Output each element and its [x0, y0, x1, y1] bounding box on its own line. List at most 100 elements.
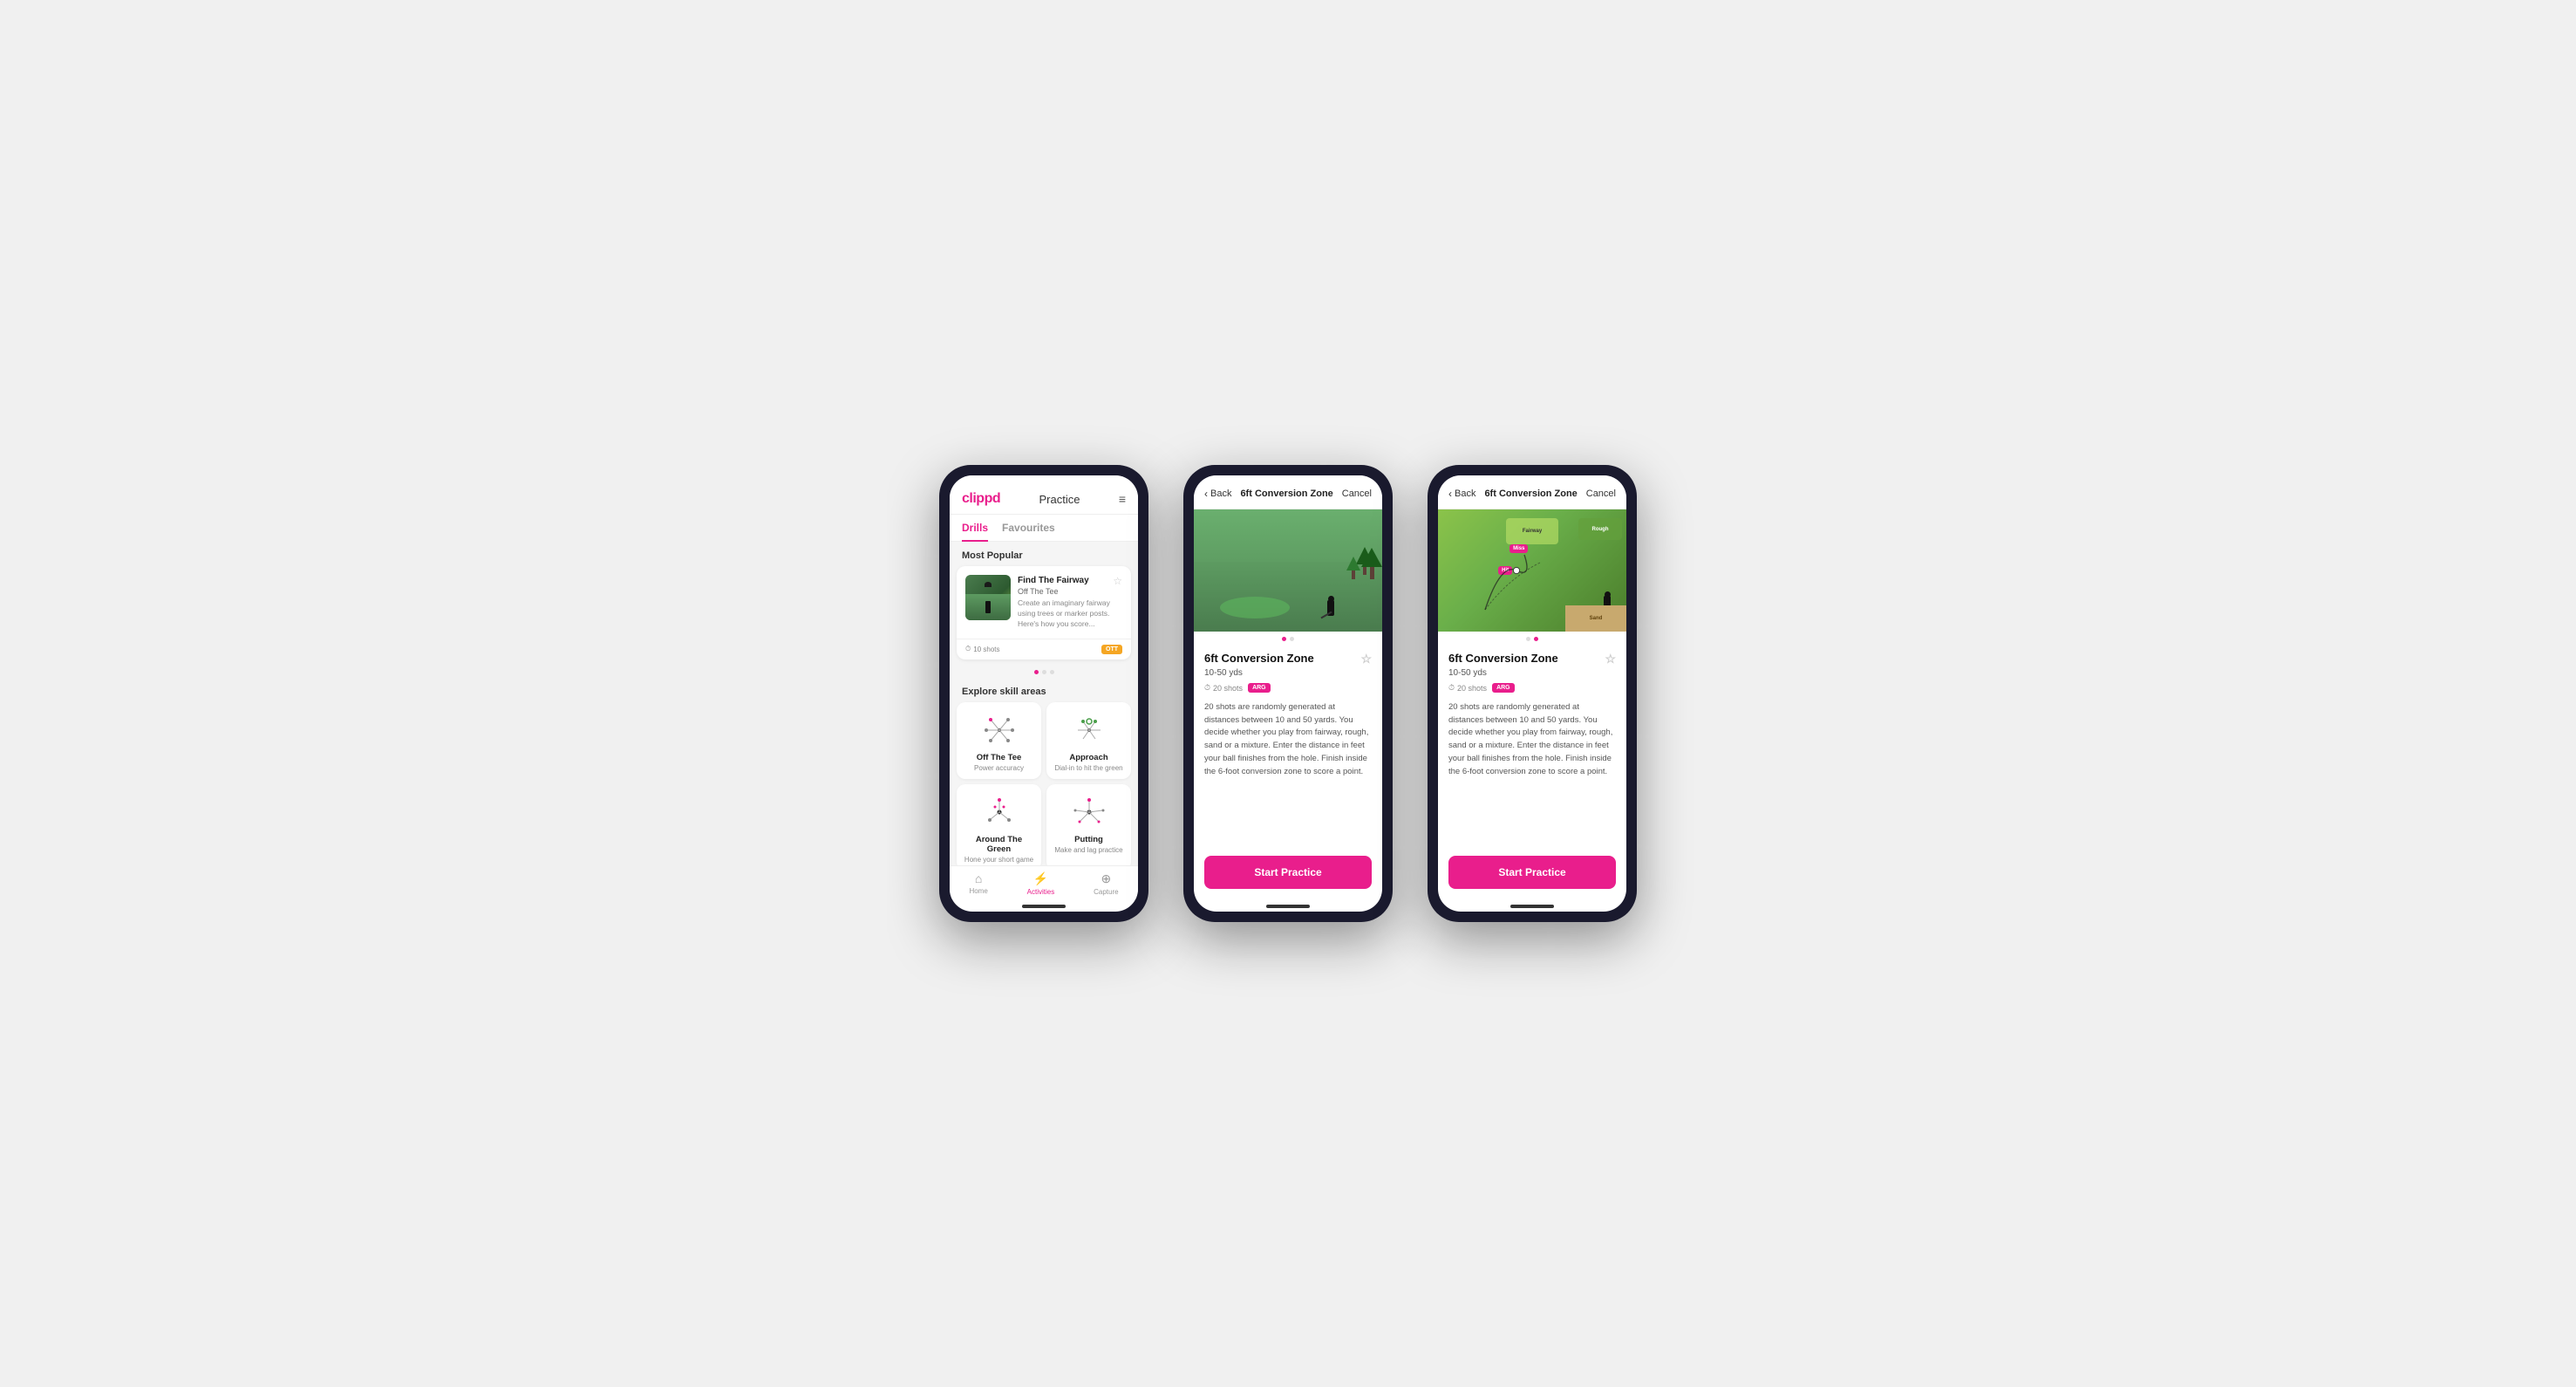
skill-desc-atg: Hone your short game — [964, 856, 1033, 864]
detail-screen-title: 6ft Conversion Zone — [1240, 489, 1332, 499]
most-popular-label: Most Popular — [950, 542, 1138, 566]
approach-icon — [1067, 711, 1111, 749]
skill-name-putting: Putting — [1074, 835, 1103, 844]
favourite-star-icon-3[interactable]: ☆ — [1605, 652, 1616, 666]
dot-3[interactable] — [1050, 670, 1054, 674]
nav-activities[interactable]: ⚡ Activities — [1027, 871, 1055, 896]
home-bar-3 — [1510, 905, 1554, 908]
card-drill-subtitle: Off The Tee — [1018, 587, 1089, 596]
tab-drills[interactable]: Drills — [962, 515, 988, 541]
skill-card-putting[interactable]: Putting Make and lag practice — [1046, 784, 1131, 865]
phone-1: clippd Practice ≡ Drills Favourites Most… — [939, 465, 1148, 922]
back-chevron-icon: ‹ — [1204, 488, 1208, 500]
detail-header-3: ‹ Back 6ft Conversion Zone Cancel — [1438, 475, 1626, 509]
home-bar — [1022, 905, 1066, 908]
phone-notch — [1018, 465, 1070, 470]
home-bar — [1266, 905, 1310, 908]
detail-header: ‹ Back 6ft Conversion Zone Cancel — [1194, 475, 1382, 509]
green-patch — [1220, 597, 1290, 618]
nav-capture[interactable]: ⊕ Capture — [1094, 871, 1118, 896]
detail-screen-title-3: 6ft Conversion Zone — [1484, 489, 1577, 499]
back-button[interactable]: ‹ Back — [1204, 488, 1231, 500]
skills-grid: Off The Tee Power accuracy — [950, 702, 1138, 865]
skill-card-atg[interactable]: Around The Green Hone your short game — [957, 784, 1041, 865]
tree-right-3 — [1361, 548, 1382, 579]
phone-notch — [1506, 465, 1558, 470]
start-practice-button[interactable]: Start Practice — [1204, 856, 1372, 889]
drill-tag: OTT — [1101, 645, 1122, 654]
image-carousel-dots — [1194, 632, 1382, 641]
dot-1[interactable] — [1034, 670, 1039, 674]
image-dot-3-1[interactable] — [1526, 637, 1530, 641]
capture-icon: ⊕ — [1101, 871, 1111, 886]
detail-main-content-3: Fairway Rough Miss Hit — [1438, 509, 1626, 856]
drill-body-3: 6ft Conversion Zone ☆ 10-50 yds ⏱ 20 sho… — [1438, 641, 1626, 789]
nav-activities-label: Activities — [1027, 888, 1055, 896]
drill-title-row: 6ft Conversion Zone ☆ — [1204, 652, 1372, 666]
shots-count: 10 shots — [973, 646, 999, 653]
card-footer: ⏱ 10 shots OTT — [957, 639, 1131, 659]
phone-2: ‹ Back 6ft Conversion Zone Cancel — [1183, 465, 1393, 922]
tab-bar: Drills Favourites — [950, 515, 1138, 542]
app-header: clippd Practice ≡ — [950, 475, 1138, 515]
skill-card-approach[interactable]: Approach Dial-in to hit the green — [1046, 702, 1131, 779]
drill-title-3: 6ft Conversion Zone — [1448, 652, 1558, 665]
image-dot-2[interactable] — [1290, 637, 1294, 641]
shots-info: ⏱ 10 shots — [965, 645, 1000, 653]
skill-name-atg: Around The Green — [964, 835, 1034, 854]
drill-category-tag: ARG — [1248, 683, 1271, 693]
back-chevron-icon-3: ‹ — [1448, 488, 1452, 500]
drill-description: 20 shots are randomly generated at dista… — [1204, 701, 1372, 778]
explore-label: Explore skill areas — [950, 678, 1138, 702]
off-the-tee-icon — [978, 711, 1021, 749]
carousel-dots — [950, 666, 1138, 678]
favourite-icon[interactable]: ☆ — [1113, 575, 1122, 587]
drill-description-3: 20 shots are randomly generated at dista… — [1448, 701, 1616, 778]
drill-shots: ⏱ 20 shots — [1204, 683, 1243, 693]
skill-name-ott: Off The Tee — [977, 753, 1022, 762]
card-drill-title: Find The Fairway — [1018, 575, 1089, 586]
skill-name-approach: Approach — [1069, 753, 1107, 762]
atg-icon — [978, 793, 1021, 831]
card-body: Find The Fairway Off The Tee ☆ Create an… — [1018, 575, 1122, 630]
nav-home-label: Home — [969, 887, 987, 895]
drill-body: 6ft Conversion Zone ☆ 10-50 yds ⏱ 20 sho… — [1194, 641, 1382, 789]
sand-label: Sand — [1590, 616, 1603, 621]
detail-main-content: 6ft Conversion Zone ☆ 10-50 yds ⏱ 20 sho… — [1194, 509, 1382, 856]
putting-icon — [1067, 793, 1111, 831]
drill-meta-3: ⏱ 20 shots ARG — [1448, 683, 1616, 693]
golfer-silhouette — [1327, 596, 1334, 616]
menu-icon[interactable]: ≡ — [1119, 492, 1126, 506]
shots-value: 20 shots — [1213, 684, 1243, 693]
back-label-3: Back — [1455, 489, 1475, 499]
nav-home[interactable]: ⌂ Home — [969, 871, 987, 896]
home-icon: ⌂ — [975, 871, 982, 885]
back-label: Back — [1210, 489, 1231, 499]
drill-title: 6ft Conversion Zone — [1204, 652, 1314, 665]
card-thumbnail — [965, 575, 1011, 620]
activities-icon: ⚡ — [1033, 871, 1048, 886]
app-logo: clippd — [962, 491, 1000, 507]
image-dot-1[interactable] — [1282, 637, 1286, 641]
start-practice-button-3[interactable]: Start Practice — [1448, 856, 1616, 889]
page-title: Practice — [1039, 493, 1080, 506]
skill-card-off-the-tee[interactable]: Off The Tee Power accuracy — [957, 702, 1041, 779]
image-dot-3-2[interactable] — [1534, 637, 1538, 641]
tab-favourites[interactable]: Favourites — [1002, 515, 1055, 541]
card-description: Create an imaginary fairway using trees … — [1018, 598, 1122, 630]
drill-hero-photo — [1194, 509, 1382, 632]
image-carousel-dots-3 — [1438, 632, 1626, 641]
clock-icon-3: ⏱ — [1448, 683, 1455, 693]
bottom-nav: ⌂ Home ⚡ Activities ⊕ Capture — [950, 865, 1138, 899]
main-content: Most Popular Find The Fairway Off The Te… — [950, 542, 1138, 865]
cancel-button-3[interactable]: Cancel — [1586, 489, 1616, 499]
featured-drill-card[interactable]: Find The Fairway Off The Tee ☆ Create an… — [957, 566, 1131, 659]
favourite-star-icon[interactable]: ☆ — [1360, 652, 1372, 666]
dot-2[interactable] — [1042, 670, 1046, 674]
cancel-button[interactable]: Cancel — [1342, 489, 1372, 499]
shots-value-3: 20 shots — [1457, 684, 1487, 693]
drill-title-row-3: 6ft Conversion Zone ☆ — [1448, 652, 1616, 666]
drill-hero-map: Fairway Rough Miss Hit — [1438, 509, 1626, 632]
phone-3: ‹ Back 6ft Conversion Zone Cancel Fairwa… — [1428, 465, 1637, 922]
back-button-3[interactable]: ‹ Back — [1448, 488, 1475, 500]
